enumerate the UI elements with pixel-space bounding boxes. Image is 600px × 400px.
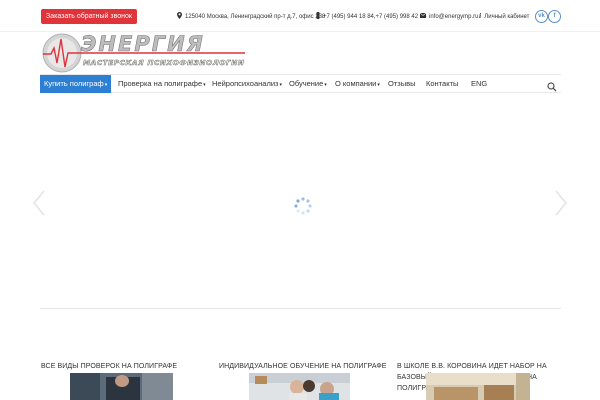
location-pin-icon <box>177 11 182 23</box>
svg-text:МАСТЕРСКАЯ ПСИХОФИЗИОЛОГИИ: МАСТЕРСКАЯ ПСИХОФИЗИОЛОГИИ <box>83 58 244 67</box>
account-link[interactable]: Личный кабинет <box>484 14 529 20</box>
nav-item-contacts[interactable]: Контакты <box>426 75 458 93</box>
address-text: 125040 Москва, Ленинградский пр-т д.7, о… <box>185 14 326 20</box>
nav-item-buy-polygraph[interactable]: Купить полиграф▾ <box>40 75 112 93</box>
nav-item-polygraph-check[interactable]: Проверка на полиграфе▾ <box>118 75 206 93</box>
slider-prev-arrow-icon[interactable] <box>32 190 46 216</box>
top-bar: Заказать обратный звонок 125040 Москва, … <box>0 0 600 32</box>
chevron-down-icon: ▾ <box>104 82 108 88</box>
chevron-down-icon: ▾ <box>377 82 380 88</box>
nav-item-training[interactable]: Обучение▾ <box>289 75 327 93</box>
phones-block: +7 (495) 944 18 84,+7 (495) 998 42 36 <box>316 11 426 23</box>
vk-icon[interactable]: vk <box>535 10 548 23</box>
nav-item-eng[interactable]: ENG <box>471 75 487 93</box>
info-icon: i <box>479 13 482 20</box>
thumbnail-school-enrollment[interactable] <box>426 373 530 400</box>
section-divider <box>40 308 561 309</box>
page: Заказать обратный звонок 125040 Москва, … <box>0 0 600 400</box>
chevron-down-icon: ▾ <box>324 82 327 88</box>
chevron-down-icon: ▾ <box>203 82 206 88</box>
svg-text:ЭНЕРГИЯ: ЭНЕРГИЯ <box>81 33 205 56</box>
nav-item-about[interactable]: О компании▾ <box>335 75 380 93</box>
main-nav: Купить полиграф▾ Проверка на полиграфе▾ … <box>40 74 561 93</box>
nav-item-neuropsychoanalysis[interactable]: Нейропсихоанализ▾ <box>212 75 282 93</box>
account-block: i Личный кабинет <box>479 12 529 22</box>
nav-item-reviews[interactable]: Отзывы <box>388 75 415 93</box>
email-link[interactable]: info@energymp.ru <box>429 14 478 20</box>
slider-next-arrow-icon[interactable] <box>554 190 568 216</box>
phone-icon <box>316 11 320 23</box>
chevron-down-icon: ▾ <box>279 82 282 88</box>
column-title-checks[interactable]: ВСЕ ВИДЫ ПРОВЕРОК НА ПОЛИГРАФЕ <box>41 361 201 372</box>
thumbnail-individual-training[interactable] <box>249 373 350 400</box>
facebook-icon[interactable]: f <box>548 10 561 23</box>
thumbnail-checks[interactable] <box>70 373 173 400</box>
search-icon[interactable] <box>547 79 557 92</box>
site-logo[interactable]: ЭНЕРГИЯ МАСТЕРСКАЯ ПСИХОФИЗИОЛОГИИ <box>41 32 245 73</box>
email-block: info@energymp.ru <box>419 12 478 22</box>
callback-button[interactable]: Заказать обратный звонок <box>41 9 137 24</box>
phones-text[interactable]: +7 (495) 944 18 84,+7 (495) 998 42 36 <box>323 14 426 20</box>
column-title-individual-training[interactable]: ИНДИВИДУАЛЬНОЕ ОБУЧЕНИЕ НА ПОЛИГРАФЕ <box>219 361 389 372</box>
envelope-icon <box>419 12 427 22</box>
loading-spinner-icon <box>294 197 312 215</box>
address-block: 125040 Москва, Ленинградский пр-т д.7, о… <box>177 11 326 23</box>
